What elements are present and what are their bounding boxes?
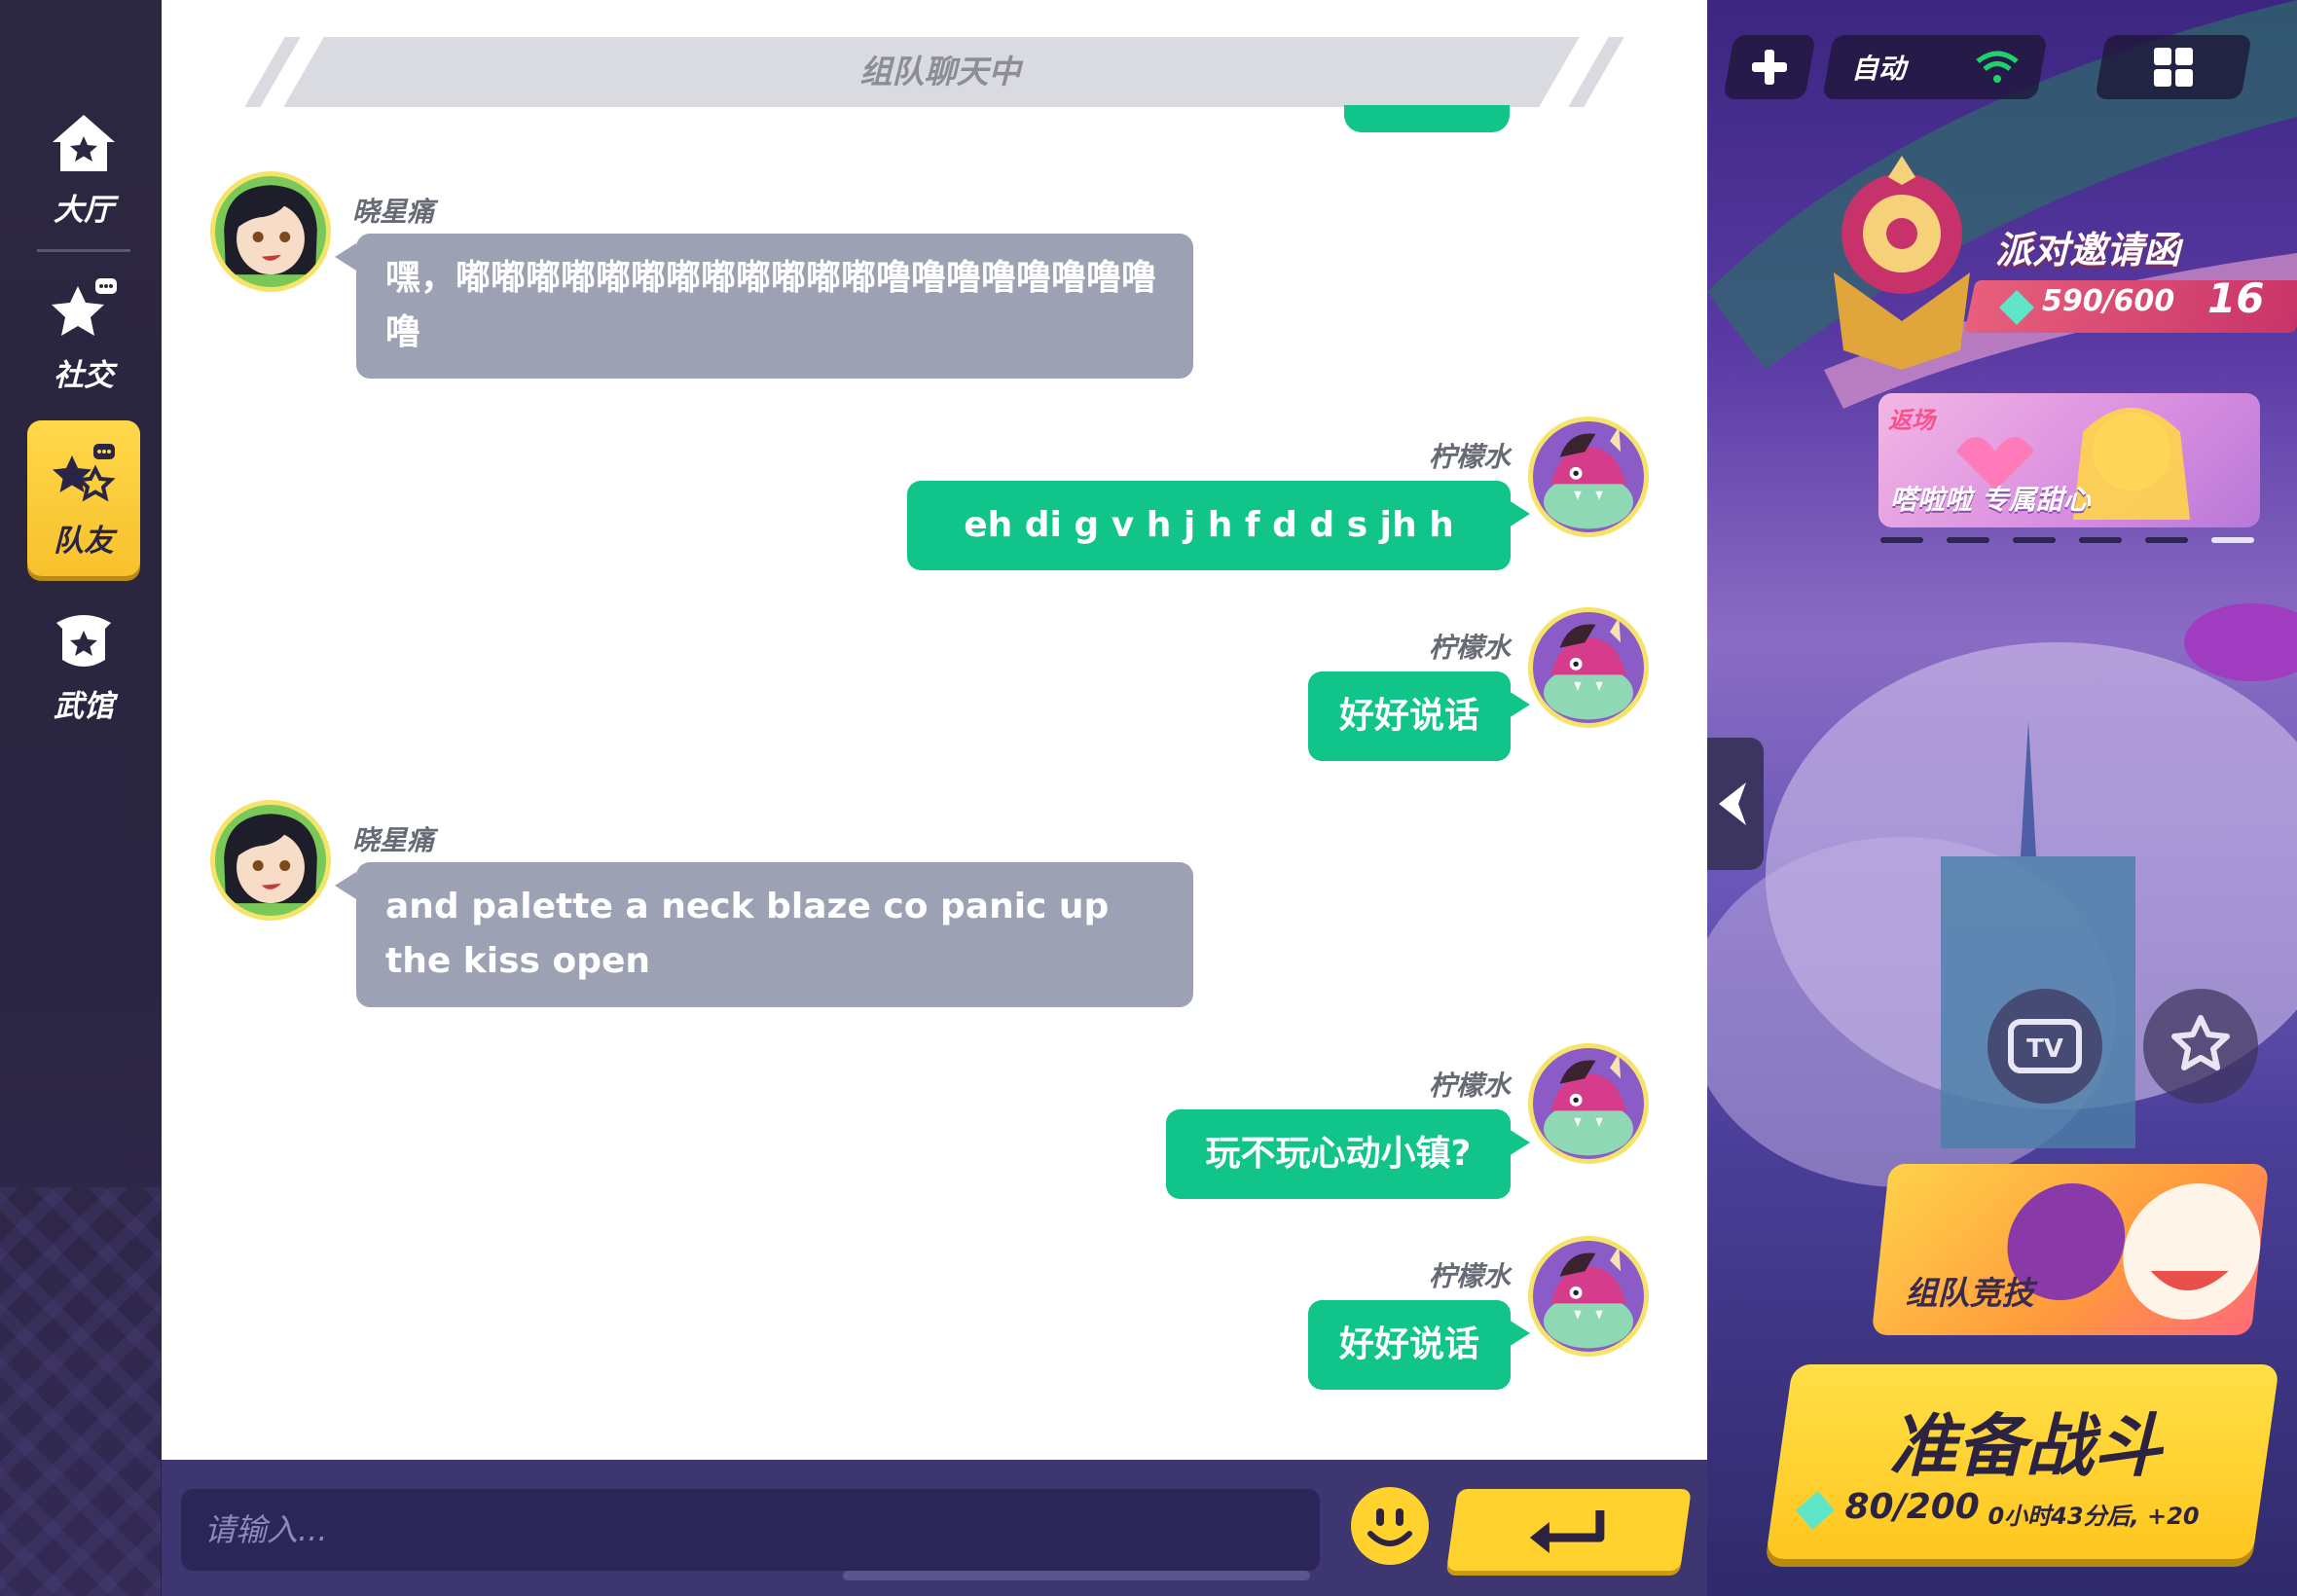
chat-title: 组队聊天中 bbox=[859, 53, 1021, 91]
message-bubble-incoming[interactable]: 嘿，嘟嘟嘟嘟嘟嘟嘟嘟嘟嘟嘟嘟噜噜噜噜噜噜噜噜噜 bbox=[356, 234, 1193, 379]
carousel-dot-active[interactable] bbox=[2211, 537, 2254, 543]
monster-avatar-icon bbox=[1544, 1053, 1633, 1156]
auto-label: 自动 bbox=[1851, 53, 1907, 85]
sender-name: 柠檬水 bbox=[1429, 441, 1512, 473]
chevron-left-icon bbox=[1719, 782, 1746, 825]
avatar[interactable] bbox=[1528, 417, 1649, 537]
chat-panel[interactable]: 组队聊天中 晓星痛 嘿，嘟嘟嘟嘟嘟嘟嘟嘟嘟嘟嘟嘟噜噜噜噜噜噜噜噜噜 柠檬水 eh… bbox=[162, 0, 1707, 1460]
carousel-dot[interactable] bbox=[2013, 537, 2056, 543]
bubble-tail bbox=[1509, 1320, 1530, 1347]
sidebar-item-label: 武馆 bbox=[54, 688, 114, 724]
tv-icon: TV bbox=[2008, 1019, 2082, 1073]
message-bubble-outgoing[interactable]: 好好说话 bbox=[1308, 671, 1511, 761]
sender-name: 柠檬水 bbox=[1429, 632, 1512, 664]
message-bubble-incoming[interactable]: and palette a neck blaze co panic up the… bbox=[356, 862, 1193, 1007]
promo-tag: 返场 bbox=[1888, 407, 1935, 434]
chat-header: 组队聊天中 bbox=[244, 37, 1624, 107]
ready-battle-button[interactable]: 准备战斗 80/200 0小时43分后, +20 bbox=[1765, 1364, 2280, 1559]
sidebar-item-dojo[interactable]: 武馆 bbox=[27, 586, 140, 742]
bubble-tail bbox=[335, 243, 356, 271]
sender-name: 晓星痛 bbox=[352, 196, 435, 228]
wifi-icon bbox=[1976, 51, 2019, 83]
grid-icon bbox=[2154, 48, 2193, 87]
teammate-icon bbox=[53, 443, 116, 501]
monster-avatar-icon bbox=[1544, 1246, 1633, 1349]
previous-message-bubble bbox=[1344, 105, 1510, 132]
girl-avatar-icon bbox=[224, 185, 317, 275]
sidebar-item-social[interactable]: 社交 bbox=[27, 255, 140, 411]
sidebar-divider bbox=[37, 249, 130, 252]
carousel-dot[interactable] bbox=[2145, 537, 2188, 543]
battle-title: 准备战斗 bbox=[1889, 1406, 2163, 1486]
message-bubble-outgoing[interactable]: 好好说话 bbox=[1308, 1300, 1511, 1390]
carousel-dot[interactable] bbox=[2079, 537, 2122, 543]
auto-toggle-button[interactable]: 自动 bbox=[1822, 35, 2048, 99]
sender-name: 晓星痛 bbox=[352, 824, 435, 856]
avatar[interactable] bbox=[210, 171, 331, 292]
monster-avatar-icon bbox=[1544, 617, 1633, 720]
battle-energy: 80/200 bbox=[1844, 1487, 1980, 1527]
invite-title: 派对邀请函 bbox=[1995, 229, 2181, 272]
smiley-icon bbox=[1351, 1487, 1429, 1565]
avatar[interactable] bbox=[1528, 1236, 1649, 1357]
carousel-dot[interactable] bbox=[1880, 537, 1923, 543]
bubble-tail bbox=[1509, 691, 1530, 718]
favorite-button[interactable] bbox=[2143, 989, 2258, 1104]
invite-progress-text: 590/600 bbox=[2042, 284, 2175, 318]
sidebar-item-lobby[interactable]: 大厅 bbox=[27, 90, 140, 245]
team-battle-mode-card[interactable]: 组队竞技 bbox=[1871, 1164, 2270, 1335]
avatar[interactable] bbox=[210, 800, 331, 921]
add-button[interactable] bbox=[1723, 35, 1816, 99]
svg-text:TV: TV bbox=[2026, 1034, 2063, 1064]
game-background: 自动 派对邀请函 590/600 16 返场 嗒啦啦 专属甜心 TV 组队竞技 … bbox=[1707, 0, 2297, 1596]
chat-input[interactable] bbox=[181, 1489, 1320, 1571]
sidebar-item-teammates[interactable]: 队友 bbox=[27, 420, 140, 576]
monster-avatar-icon bbox=[1544, 426, 1633, 529]
scroll-indicator bbox=[843, 1571, 1310, 1580]
bubble-tail bbox=[335, 872, 356, 899]
enter-arrow-icon bbox=[1529, 1510, 1605, 1553]
dojo-icon bbox=[56, 614, 111, 667]
chat-input-bar bbox=[162, 1460, 1707, 1596]
avatar[interactable] bbox=[1528, 607, 1649, 728]
promo-banner[interactable]: 返场 嗒啦啦 专属甜心 bbox=[1878, 393, 2260, 527]
plus-icon bbox=[1752, 50, 1787, 85]
bubble-tail bbox=[1509, 500, 1530, 527]
invite-count: 16 bbox=[2207, 274, 2265, 322]
battle-timer: 0小时43分后, +20 bbox=[1987, 1503, 2200, 1530]
avatar[interactable] bbox=[1528, 1043, 1649, 1164]
sidebar-item-label: 大厅 bbox=[54, 192, 114, 228]
message-bubble-outgoing[interactable]: eh di g v h j h f d d s jh h cbh jc d s bbox=[907, 481, 1511, 635]
mode-label: 组队竞技 bbox=[1905, 1274, 2034, 1312]
sidebar-item-label: 社交 bbox=[54, 357, 114, 393]
girl-avatar-icon bbox=[224, 814, 317, 904]
bubble-tail bbox=[1509, 1129, 1530, 1156]
promo-text: 嗒啦啦 专属甜心 bbox=[1890, 484, 2091, 516]
sender-name: 柠檬水 bbox=[1429, 1260, 1512, 1292]
send-button[interactable] bbox=[1446, 1489, 1692, 1571]
carousel-dot[interactable] bbox=[1947, 537, 1989, 543]
invite-badge-icon bbox=[1834, 156, 1970, 370]
social-star-icon bbox=[52, 277, 117, 336]
sidebar: 大厅 社交 队友 武馆 bbox=[0, 0, 161, 1596]
emoji-button[interactable] bbox=[1349, 1485, 1431, 1567]
sender-name: 柠檬水 bbox=[1429, 1070, 1512, 1102]
message-bubble-outgoing[interactable]: 玩不玩心动小镇? bbox=[1166, 1109, 1511, 1199]
home-icon bbox=[53, 114, 115, 171]
collapse-panel-button[interactable] bbox=[1707, 738, 1764, 870]
star-icon bbox=[2171, 1015, 2230, 1070]
gem-icon bbox=[1795, 1491, 1835, 1530]
tv-button[interactable]: TV bbox=[1987, 989, 2102, 1104]
sidebar-item-label: 队友 bbox=[54, 523, 114, 559]
gem-icon bbox=[1999, 290, 2034, 325]
menu-button[interactable] bbox=[2095, 35, 2252, 99]
